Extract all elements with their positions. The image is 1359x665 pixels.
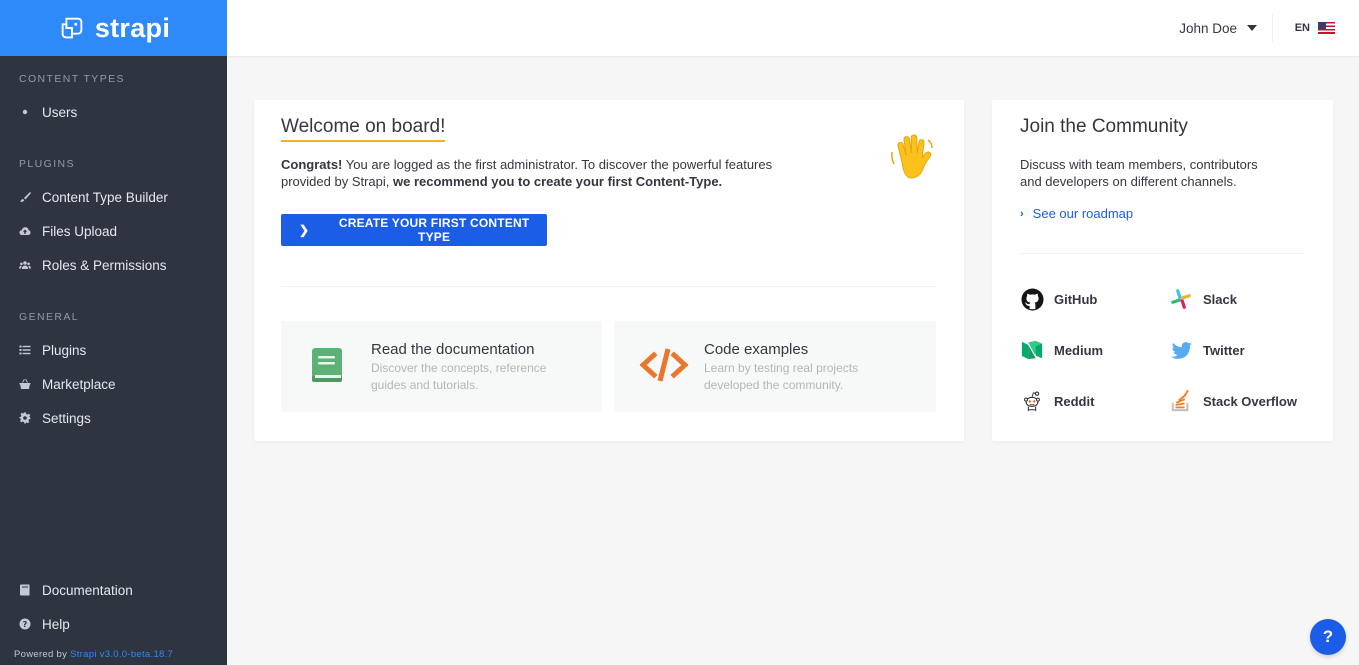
github-icon [1020, 287, 1044, 311]
slack-link[interactable]: Slack [1169, 287, 1237, 311]
sidebar-item-documentation[interactable]: Documentation [0, 576, 227, 604]
sidebar-item-marketplace[interactable]: Marketplace [0, 370, 227, 398]
medium-link[interactable]: Medium [1020, 338, 1103, 362]
sidebar-item-content-type-builder[interactable]: Content Type Builder [0, 183, 227, 211]
sidebar-item-label: Roles & Permissions [42, 257, 167, 273]
roadmap-label: See our roadmap [1032, 206, 1134, 221]
intro-emphasis: we recommend you to create your first Co… [393, 174, 723, 189]
code-examples-tile[interactable]: Code examples Learn by testing real proj… [614, 321, 936, 412]
language-selector[interactable]: EN [1295, 0, 1335, 56]
github-link[interactable]: GitHub [1020, 287, 1097, 311]
logo[interactable]: strapi [0, 0, 227, 56]
sidebar-item-files-upload[interactable]: Files Upload [0, 217, 227, 245]
question-circle-icon: ? [18, 617, 32, 631]
social-label: GitHub [1054, 291, 1098, 307]
sidebar-item-label: Settings [42, 410, 91, 426]
caret-down-icon [1247, 25, 1257, 31]
section-title-plugins: PLUGINS [19, 158, 75, 170]
social-label: Medium [1054, 342, 1104, 358]
language-code: EN [1294, 22, 1310, 34]
welcome-title: Welcome on board! [281, 116, 446, 142]
sidebar-item-label: Help [42, 616, 70, 632]
waving-hand-icon [891, 134, 933, 179]
sidebar-item-label: Marketplace [42, 376, 116, 392]
header-divider [1272, 14, 1273, 42]
twitter-link[interactable]: Twitter [1169, 338, 1245, 362]
social-label: Slack [1203, 291, 1237, 307]
community-description: Discuss with team members, contributors … [1020, 157, 1258, 189]
sidebar-item-label: Documentation [42, 582, 133, 598]
reddit-icon [1020, 389, 1044, 413]
stack-overflow-icon [1169, 389, 1193, 413]
paintbrush-icon [18, 190, 32, 204]
dot-icon [18, 105, 32, 119]
social-label: Stack Overflow [1203, 393, 1297, 409]
cloud-upload-icon [18, 224, 32, 238]
sidebar-item-settings[interactable]: Settings [0, 404, 227, 432]
sidebar-item-users[interactable]: Users [0, 98, 227, 126]
sidebar-item-label: Users [42, 104, 78, 120]
brand-name: strapi [94, 12, 171, 43]
welcome-intro: Congrats! You are logged as the first ad… [281, 156, 781, 190]
community-card: Join the Community Discuss with team mem… [992, 100, 1333, 441]
community-title: Join the Community [1020, 116, 1188, 137]
svg-text:?: ? [23, 620, 28, 629]
chevron-right-icon: › [1020, 207, 1024, 220]
version-link[interactable]: Strapi v3.0.0-beta.18.7 [70, 649, 173, 660]
tile-title: Code examples [704, 341, 809, 358]
tile-description: Discover the concepts, reference guides … [371, 361, 547, 392]
book-icon [312, 348, 342, 382]
top-header: John Doe EN [227, 0, 1359, 56]
social-label: Twitter [1203, 342, 1245, 358]
sidebar-item-plugins[interactable]: Plugins [0, 336, 227, 364]
medium-icon [1020, 338, 1044, 362]
gear-icon [18, 411, 32, 425]
users-icon [18, 258, 32, 272]
book-icon [18, 583, 32, 597]
reddit-link[interactable]: Reddit [1020, 389, 1094, 413]
divider [1020, 253, 1305, 254]
strapi-logo-icon [61, 17, 83, 39]
powered-by: Powered by Strapi v3.0.0-beta.18.7 [14, 649, 173, 660]
sidebar-item-label: Content Type Builder [42, 189, 168, 205]
read-documentation-tile[interactable]: Read the documentation Discover the conc… [281, 321, 602, 412]
shopping-basket-icon [18, 377, 32, 391]
section-title-content-types: CONTENT TYPES [19, 73, 125, 85]
help-button[interactable]: ? [1310, 619, 1346, 655]
sidebar-item-roles-permissions[interactable]: Roles & Permissions [0, 251, 227, 279]
intro-bold: Congrats! [281, 157, 343, 172]
list-icon [18, 343, 32, 357]
sidebar-item-help[interactable]: ? Help [0, 610, 227, 638]
chevron-right-icon: ❯ [299, 223, 310, 237]
powered-by-text: Powered by [14, 649, 68, 660]
cta-label: CREATE YOUR FIRST CONTENT TYPE [338, 216, 530, 244]
twitter-icon [1169, 338, 1193, 362]
user-menu[interactable]: John Doe [1179, 0, 1257, 56]
social-label: Reddit [1054, 393, 1095, 409]
divider [281, 286, 937, 287]
welcome-card: Welcome on board! Congrats! You are logg… [254, 100, 964, 441]
sidebar-item-label: Plugins [42, 342, 87, 358]
slack-icon [1169, 287, 1193, 311]
sidebar: strapi CONTENT TYPES Users PLUGINS Conte… [0, 0, 227, 665]
sidebar-item-label: Files Upload [42, 223, 118, 239]
roadmap-link[interactable]: › See our roadmap [1020, 206, 1133, 221]
stack-overflow-link[interactable]: Stack Overflow [1169, 389, 1297, 413]
us-flag-icon [1318, 22, 1335, 34]
section-title-general: GENERAL [19, 311, 79, 323]
create-content-type-button[interactable]: ❯ CREATE YOUR FIRST CONTENT TYPE [281, 214, 547, 246]
tile-description: Learn by testing real projects developed… [704, 361, 859, 392]
code-icon [640, 348, 688, 382]
user-name: John Doe [1179, 20, 1237, 36]
tile-title: Read the documentation [371, 341, 535, 358]
